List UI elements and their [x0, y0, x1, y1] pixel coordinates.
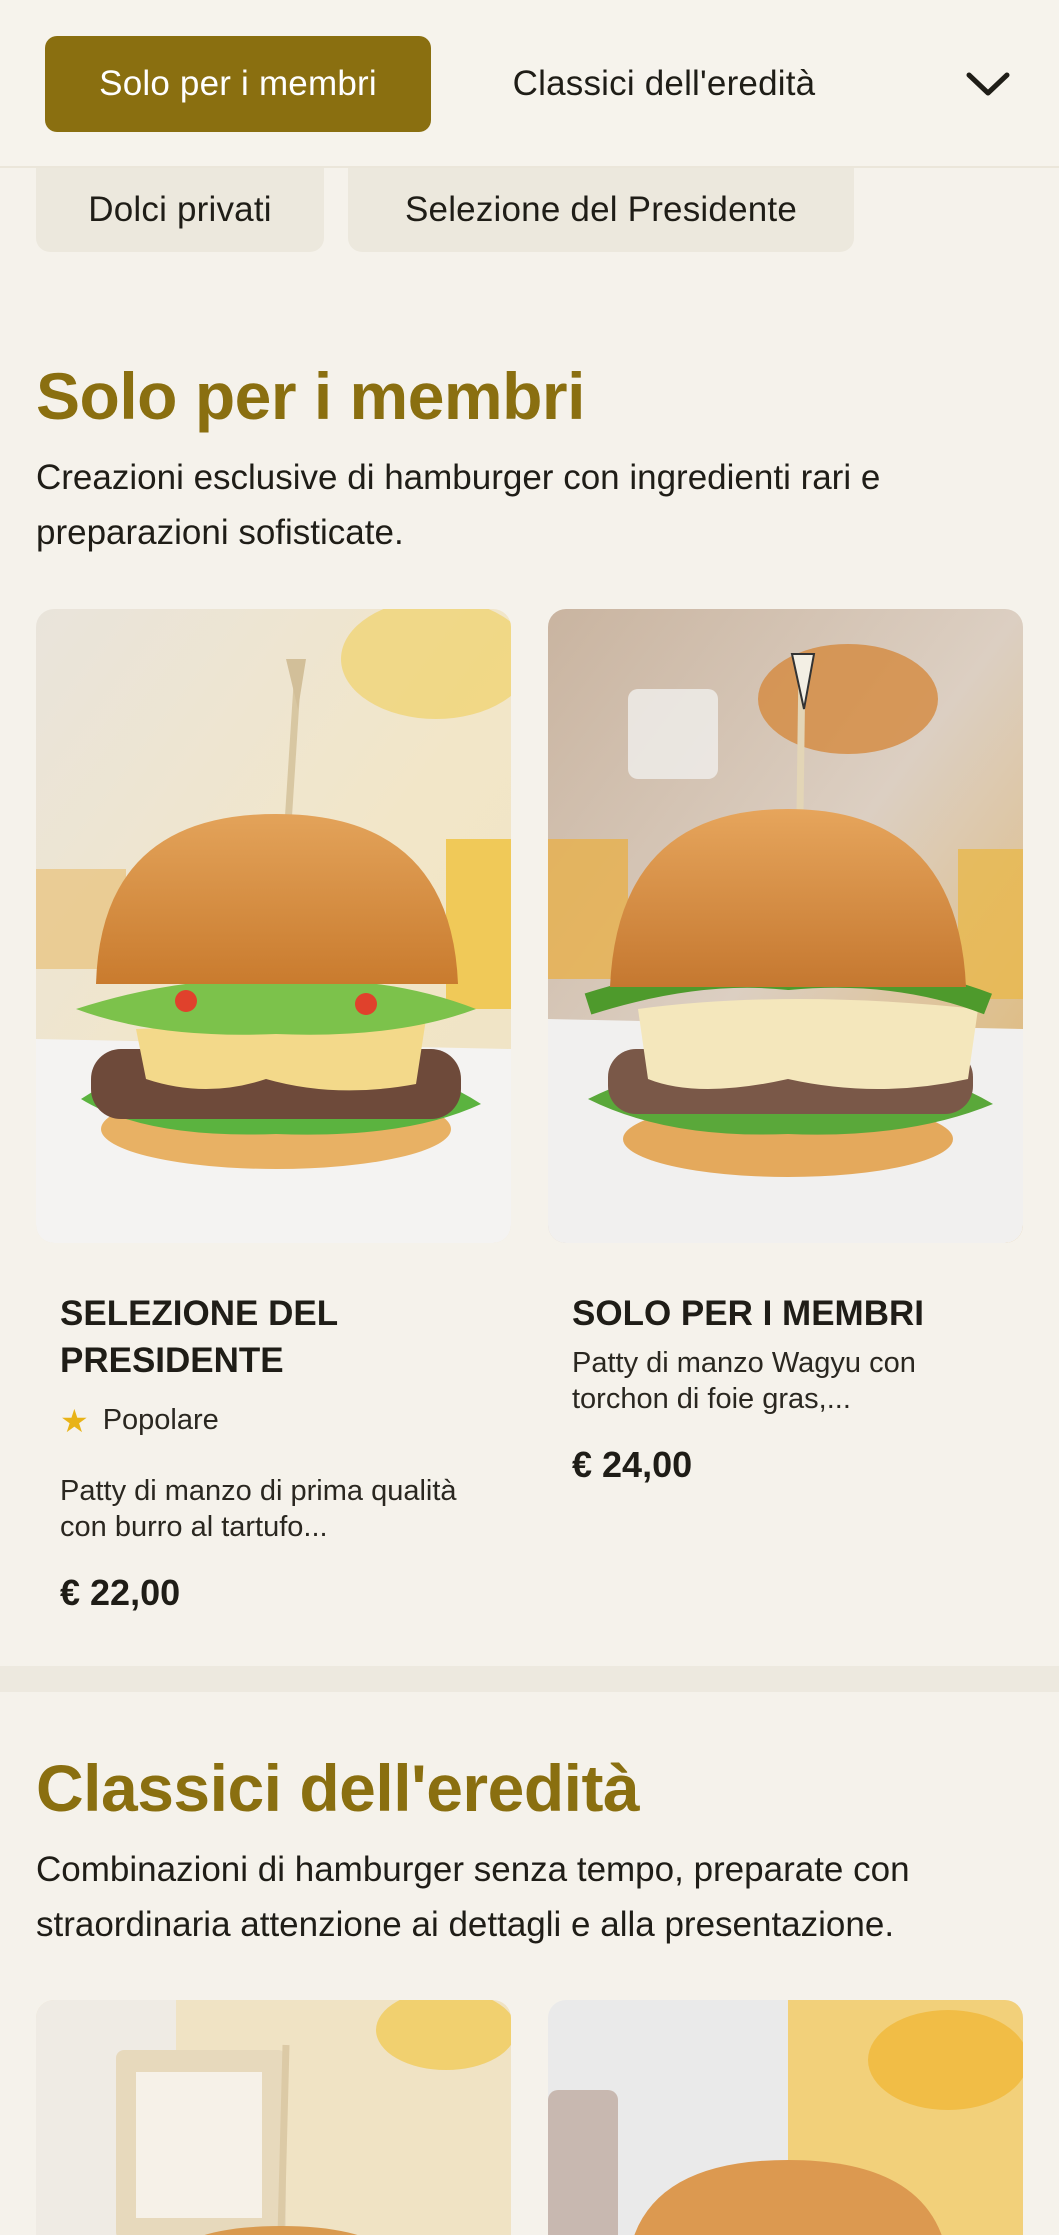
- item-name-solo-membri[interactable]: SOLO PER I MEMBRI: [572, 1290, 1002, 1337]
- burger-image-classici-1[interactable]: [36, 2000, 511, 2235]
- expand-categories-button[interactable]: [940, 36, 1036, 132]
- category-nav: Solo per i membri Classici dell'eredità: [0, 0, 1059, 168]
- item-price-selezione-presidente: € 22,00: [60, 1572, 181, 1613]
- section-title-solo-membri: Solo per i membri: [36, 359, 585, 433]
- section-divider: [0, 1666, 1059, 1692]
- category-chip-solo-membri[interactable]: Solo per i membri: [45, 36, 431, 132]
- item-description-selezione-presidente: Patty di manzo di prima qualità con burr…: [60, 1475, 457, 1543]
- section-description-solo-membri: Creazioni esclusive di hamburger con ing…: [36, 458, 881, 552]
- category-chip-selezione-presidente[interactable]: Selezione del Presidente: [348, 168, 854, 252]
- chevron-down-icon: [966, 72, 1010, 96]
- item-name-selezione-presidente[interactable]: SELEZIONE DEL PRESIDENTE: [60, 1290, 490, 1384]
- popular-badge-label: Popolare: [102, 1404, 219, 1436]
- category-chip-dolci-privati[interactable]: Dolci privati: [36, 168, 324, 252]
- burger-image-classici-2[interactable]: [548, 2000, 1023, 2235]
- item-price-solo-membri: € 24,00: [572, 1444, 693, 1485]
- burger-image-selezione-presidente[interactable]: [36, 609, 511, 1243]
- item-description-solo-membri: Patty di manzo Wagyu con torchon di foie…: [572, 1347, 916, 1415]
- category-chip-classici[interactable]: Classici dell'eredità: [456, 36, 872, 132]
- section-title-classici: Classici dell'eredità: [36, 1751, 640, 1825]
- popular-badge: ★ Popolare: [60, 1404, 219, 1437]
- section-description-classici: Combinazioni di hamburger senza tempo, p…: [36, 1850, 910, 1944]
- star-icon: ★: [60, 1402, 89, 1439]
- burger-image-solo-membri[interactable]: [548, 609, 1023, 1243]
